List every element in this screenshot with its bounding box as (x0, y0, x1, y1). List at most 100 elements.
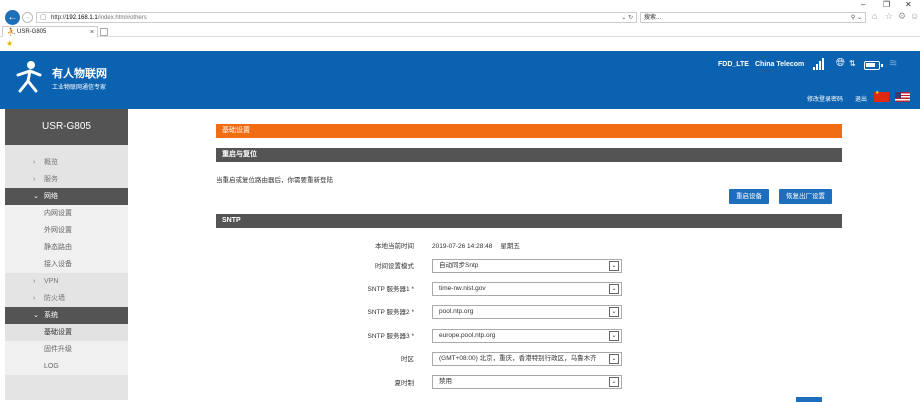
dst-value: 禁用 (439, 378, 452, 385)
sidebar-subitem-devices[interactable]: 接入设备 (5, 256, 128, 273)
back-button[interactable]: ← (5, 10, 20, 25)
signal-strength-icon (813, 58, 825, 70)
carrier-name: China Telecom (755, 61, 805, 68)
sidebar: USR-G805 › 概览 › 服务 ⌄ 网络 内网设置 外网设置 静态路由 接… (5, 109, 128, 400)
section-header-sntp: SNTP (216, 214, 842, 228)
battery-icon (864, 61, 883, 70)
sidebar-item-system[interactable]: ⌄ 系统 (5, 307, 128, 324)
page-icon: ▢ (40, 14, 47, 21)
sntp-server3-value: europe.pool.ntp.org (439, 332, 496, 339)
wifi-icon: ≋ (889, 58, 898, 69)
browser-title-bar: – ❐ ✕ (0, 0, 920, 9)
address-bar[interactable]: ▢ http://192.168.1.1/index.html#others ⌄… (36, 12, 637, 23)
smiley-icon[interactable]: ☺ (910, 11, 919, 21)
chevron-down-icon[interactable]: ⌄ (609, 307, 619, 317)
chevron-down-icon: ⌄ (33, 193, 39, 200)
router-header: 有人物联网 工业物联网通信专家 FDD_LTE China Telecom 🌐︎… (0, 51, 920, 109)
sntp-server3-label: SNTP 服务器3 * (367, 333, 414, 340)
sntp-server2-select[interactable]: pool.ntp.org ⌄ (432, 305, 622, 319)
factory-reset-button[interactable]: 恢复出厂设置 (779, 189, 832, 204)
tab-bar: ⛹ USR-G805 × (0, 26, 920, 37)
change-password-link[interactable]: 修改登录密码 (807, 94, 843, 103)
timezone-label: 时区 (401, 356, 414, 363)
sidebar-item-vpn[interactable]: › VPN (5, 273, 128, 290)
sidebar-subitem-basic-settings[interactable]: 基础设置 (5, 324, 128, 341)
sidebar-item-label: 服务 (44, 176, 58, 183)
local-time-label: 本地当前时间 (375, 243, 414, 250)
network-mode: FDD_LTE (718, 61, 749, 68)
sidebar-subitem-firmware[interactable]: 固件升级 (5, 341, 128, 358)
tab-title: USR-G805 (17, 29, 47, 35)
chevron-down-icon[interactable]: ⌄ (609, 331, 619, 341)
chevron-right-icon: › (33, 278, 36, 285)
sidebar-item-label: 防火墙 (44, 295, 65, 302)
favorites-bar: ★ (0, 37, 920, 51)
url-scheme: http:// (51, 15, 67, 21)
sidebar-item-network[interactable]: ⌄ 网络 (5, 188, 128, 205)
time-mode-label: 时间设置模式 (375, 263, 414, 270)
sidebar-subitem-static-route[interactable]: 静态路由 (5, 239, 128, 256)
time-mode-value: 自动同步Sntp (439, 262, 479, 269)
china-flag-icon[interactable] (874, 90, 889, 102)
local-time-weekday: 星期五 (500, 243, 520, 250)
brand-subtitle: 工业物联网通信专家 (52, 85, 107, 91)
sntp-server3-select[interactable]: europe.pool.ntp.org ⌄ (432, 329, 622, 343)
tab-usr-g805[interactable]: ⛹ USR-G805 × (2, 26, 98, 37)
time-mode-select[interactable]: 自动同步Sntp ⌄ (432, 259, 622, 273)
sidebar-item-label: 系统 (44, 312, 58, 319)
sidebar-item-overview[interactable]: › 概览 (5, 154, 128, 171)
sidebar-subitem-lan[interactable]: 内网设置 (5, 205, 128, 222)
sidebar-item-label: VPN (44, 278, 59, 285)
settings-gear-icon[interactable]: ⚙ (898, 11, 906, 22)
refresh-icon[interactable]: ⌄ ↻ (621, 13, 633, 23)
search-icon[interactable]: ⚲ ⌄ (851, 13, 862, 23)
timezone-select[interactable]: (GMT+08:00) 北京，重庆，香港特别行政区，乌鲁木齐 ⌄ (432, 352, 622, 366)
browser-nav-bar: ← → ▢ http://192.168.1.1/index.html#othe… (0, 9, 920, 26)
sidebar-item-service[interactable]: › 服务 (5, 171, 128, 188)
us-flag-icon[interactable] (895, 92, 910, 102)
search-placeholder: 搜索... (644, 15, 662, 21)
sidebar-subitem-wan[interactable]: 外网设置 (5, 222, 128, 239)
chevron-right-icon: › (33, 295, 36, 302)
logout-link[interactable]: 退出 (855, 94, 867, 103)
maximize-button[interactable]: ❐ (883, 0, 890, 9)
restart-note: 当重启或复位路由器后，你需要重新登陆 (216, 177, 333, 184)
chevron-down-icon[interactable]: ⌄ (609, 377, 619, 387)
data-transfer-icon: ⇅ (849, 59, 856, 68)
sntp-server1-label: SNTP 服务器1 * (367, 286, 414, 293)
chevron-right-icon: › (33, 159, 36, 166)
sidebar-item-firewall[interactable]: › 防火墙 (5, 290, 128, 307)
arrow-right-icon: → (24, 14, 31, 21)
search-box[interactable]: 搜索... ⚲ ⌄ (640, 12, 866, 23)
forward-button[interactable]: → (22, 12, 33, 23)
restart-button[interactable]: 重启设备 (729, 189, 769, 204)
brand-name: 有人物联网 (52, 68, 107, 80)
favorites-star-icon[interactable]: ☆ (885, 11, 893, 22)
sidebar-title: USR-G805 (5, 109, 128, 145)
new-tab-button[interactable] (100, 28, 108, 36)
chevron-down-icon: ⌄ (33, 312, 39, 319)
globe-icon: 🌐︎ (836, 57, 845, 69)
sntp-server2-label: SNTP 服务器2 * (367, 309, 414, 316)
close-window-button[interactable]: ✕ (905, 0, 912, 9)
timezone-value: (GMT+08:00) 北京，重庆，香港特别行政区，乌鲁木齐 (439, 355, 597, 362)
favorites-icon[interactable]: ★ (6, 39, 13, 48)
sntp-server2-value: pool.ntp.org (439, 308, 474, 315)
chevron-down-icon[interactable]: ⌄ (609, 284, 619, 294)
section-header-restart: 重启与复位 (216, 148, 842, 162)
sidebar-item-label: 网络 (44, 193, 58, 200)
usr-logo-icon (14, 59, 44, 93)
home-icon[interactable]: ⌂ (872, 11, 877, 21)
sidebar-item-label: 概览 (44, 159, 58, 166)
chevron-down-icon[interactable]: ⌄ (609, 354, 619, 364)
minimize-button[interactable]: – (861, 0, 865, 9)
local-time-value: 2019-07-26 14:28:48 星期五 (432, 240, 520, 250)
sidebar-subitem-log[interactable]: LOG (5, 358, 128, 375)
sntp-server1-value: time-nw.nist.gov (439, 285, 486, 292)
url-host: 192.168.1.1 (66, 15, 98, 21)
dst-select[interactable]: 禁用 ⌄ (432, 375, 622, 389)
sntp-server1-select[interactable]: time-nw.nist.gov ⌄ (432, 282, 622, 296)
dst-label: 夏时制 (394, 380, 415, 387)
chevron-down-icon[interactable]: ⌄ (609, 261, 619, 271)
url-path: /index.html#others (97, 15, 147, 21)
